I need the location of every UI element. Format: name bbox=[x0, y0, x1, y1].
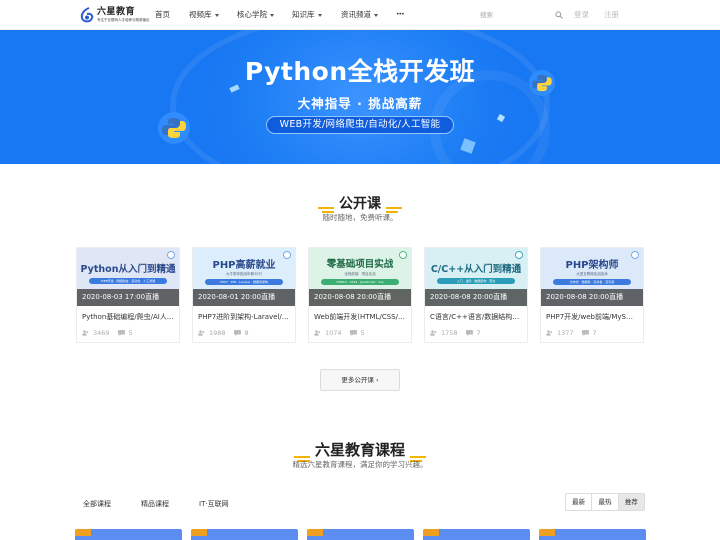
vip-badge bbox=[423, 529, 439, 536]
register-link[interactable]: 注册 bbox=[604, 0, 619, 30]
course-meta: 1988 8 bbox=[198, 329, 249, 337]
users-icon bbox=[82, 330, 89, 336]
search-box bbox=[472, 5, 568, 25]
users-icon bbox=[314, 330, 321, 336]
top-nav: 六星教育 专注于互联网人才培养与精英输出 首页 视频库 核心学院 知识库 资讯频… bbox=[0, 0, 720, 30]
users-icon bbox=[430, 330, 437, 336]
nav-item-core-college[interactable]: 核心学院 bbox=[237, 0, 274, 30]
search-input[interactable] bbox=[480, 8, 550, 22]
login-link[interactable]: 登录 bbox=[574, 0, 589, 30]
courses-section-title: 六星教育课程 bbox=[0, 439, 720, 462]
sort-recommended-button[interactable]: 推荐 bbox=[618, 494, 644, 510]
course-name: Web前端开发(HTML/CSS/j... bbox=[314, 313, 406, 321]
chevron-down-icon bbox=[374, 13, 378, 17]
banner-topics-pill: WEB开发/网络爬虫/自动化/人工智能 bbox=[266, 116, 454, 134]
course-thumbnail: Python从入门到精通 WEB开发 · 网络爬虫 · 自动化 · 人工智能 2… bbox=[77, 248, 179, 306]
course-date: 2020-08-08 20:00直播 bbox=[541, 289, 643, 306]
comment-icon bbox=[465, 330, 473, 336]
course-name: PHP7开发/web前端/MySQ... bbox=[546, 313, 638, 321]
hero-banner[interactable]: Python全栈开发班 大神指导 · 挑战高薪 WEB开发/网络爬虫/自动化/人… bbox=[0, 30, 720, 164]
course-thumbnail-peek[interactable] bbox=[191, 529, 298, 540]
vip-badge bbox=[539, 529, 555, 536]
users-icon bbox=[198, 330, 205, 336]
course-name: Python基础编程/爬虫/AI人... bbox=[82, 313, 174, 321]
chevron-down-icon bbox=[270, 13, 274, 17]
live-badge-icon bbox=[167, 251, 175, 259]
nav-item-knowledge[interactable]: 知识库 bbox=[292, 0, 322, 30]
course-date: 2020-08-01 20:00直播 bbox=[193, 289, 295, 306]
search-icon[interactable] bbox=[555, 11, 563, 19]
tab-featured-courses[interactable]: 精品课程 bbox=[141, 494, 169, 514]
vip-badge bbox=[191, 529, 207, 536]
sort-newest-button[interactable]: 最新 bbox=[566, 494, 593, 510]
logo-mark-icon bbox=[80, 7, 94, 23]
tab-it-internet[interactable]: IT·互联网 bbox=[199, 494, 229, 514]
chevron-down-icon bbox=[214, 13, 219, 17]
open-courses-title: 公开课 bbox=[0, 193, 720, 213]
course-card[interactable]: PHP架构师 大型互联网实战技术 分布式 · 微服务 · 高并发 · 高可用 2… bbox=[540, 247, 644, 343]
site-logo[interactable]: 六星教育 专注于互联网人才培养与精英输出 bbox=[80, 5, 150, 25]
course-card[interactable]: 零基础项目实战 全栈前端 · 项目实战 HTML5 · CSS3 · JavaS… bbox=[308, 247, 412, 343]
nav-more-menu[interactable]: ••• bbox=[396, 0, 405, 30]
title-deco-right-icon bbox=[410, 448, 427, 462]
course-meta: 1074 5 bbox=[314, 329, 365, 337]
course-name: PHP7进阶到架构-Laravel/R... bbox=[198, 313, 290, 321]
course-card[interactable]: C/C++从入门到精通 入门 · 进阶 · 数据结构 · 算法 2020-08-… bbox=[424, 247, 528, 343]
course-date: 2020-08-03 17:00直播 bbox=[77, 289, 179, 306]
nav-item-home[interactable]: 首页 bbox=[155, 0, 170, 30]
course-thumbnail-peek[interactable] bbox=[307, 529, 414, 540]
vip-badge bbox=[307, 529, 323, 536]
python-logo-icon bbox=[158, 112, 190, 144]
course-card[interactable]: Python从入门到精通 WEB开发 · 网络爬虫 · 自动化 · 人工智能 2… bbox=[76, 247, 180, 343]
logo-subtitle: 专注于互联网人才培养与精英输出 bbox=[97, 17, 150, 22]
comment-icon bbox=[233, 330, 241, 336]
comment-icon bbox=[349, 330, 357, 336]
course-thumbnail: C/C++从入门到精通 入门 · 进阶 · 数据结构 · 算法 2020-08-… bbox=[425, 248, 527, 306]
users-icon bbox=[546, 330, 553, 336]
comment-icon bbox=[581, 330, 589, 336]
courses-section-subtitle: 精选六星教育课程，满足你的学习兴趣。 bbox=[292, 460, 428, 469]
course-thumbnail-peek[interactable] bbox=[423, 529, 530, 540]
nav-item-video-library[interactable]: 视频库 bbox=[189, 0, 219, 30]
course-thumbnail-peek[interactable] bbox=[75, 529, 182, 540]
comment-icon bbox=[117, 330, 125, 336]
live-badge-icon bbox=[515, 251, 523, 259]
nav-item-news[interactable]: 资讯频道 bbox=[341, 0, 378, 30]
more-open-courses-button[interactable]: 更多公开课 › bbox=[320, 369, 400, 391]
title-deco-left-icon bbox=[318, 201, 335, 213]
course-thumbnail-peek[interactable] bbox=[539, 529, 646, 540]
course-meta: 1377 7 bbox=[546, 329, 597, 337]
vip-badge bbox=[75, 529, 91, 536]
title-deco-right-icon bbox=[385, 201, 402, 213]
logo-title: 六星教育 bbox=[97, 6, 136, 17]
tab-all-courses[interactable]: 全部课程 bbox=[83, 494, 111, 514]
course-date: 2020-08-08 20:00直播 bbox=[425, 289, 527, 306]
course-thumbnail: PHP架构师 大型互联网实战技术 分布式 · 微服务 · 高并发 · 高可用 2… bbox=[541, 248, 643, 306]
banner-title: Python全栈开发班 bbox=[244, 57, 476, 86]
course-meta: 1758 7 bbox=[430, 329, 481, 337]
title-deco-left-icon bbox=[293, 448, 310, 462]
chevron-down-icon bbox=[317, 13, 322, 17]
sort-hottest-button[interactable]: 最热 bbox=[592, 494, 619, 510]
open-courses-subtitle: 随时随地，免费听课。 bbox=[322, 213, 398, 222]
course-date: 2020-08-08 20:00直播 bbox=[309, 289, 411, 306]
course-card[interactable]: PHP高薪就业 大牛带你挑战年薪30万 PHP7 · TP6 · Laravel… bbox=[192, 247, 296, 343]
course-thumbnail: 零基础项目实战 全栈前端 · 项目实战 HTML5 · CSS3 · JavaS… bbox=[309, 248, 411, 306]
course-thumbnail: PHP高薪就业 大牛带你挑战年薪30万 PHP7 · TP6 · Laravel… bbox=[193, 248, 295, 306]
sort-toggle: 最新 最热 推荐 bbox=[565, 493, 645, 511]
course-name: C语言/C++语言/数据结构算... bbox=[430, 313, 522, 321]
banner-subtitle: 大神指导 · 挑战高薪 bbox=[297, 96, 423, 111]
course-meta: 3469 5 bbox=[82, 329, 133, 337]
